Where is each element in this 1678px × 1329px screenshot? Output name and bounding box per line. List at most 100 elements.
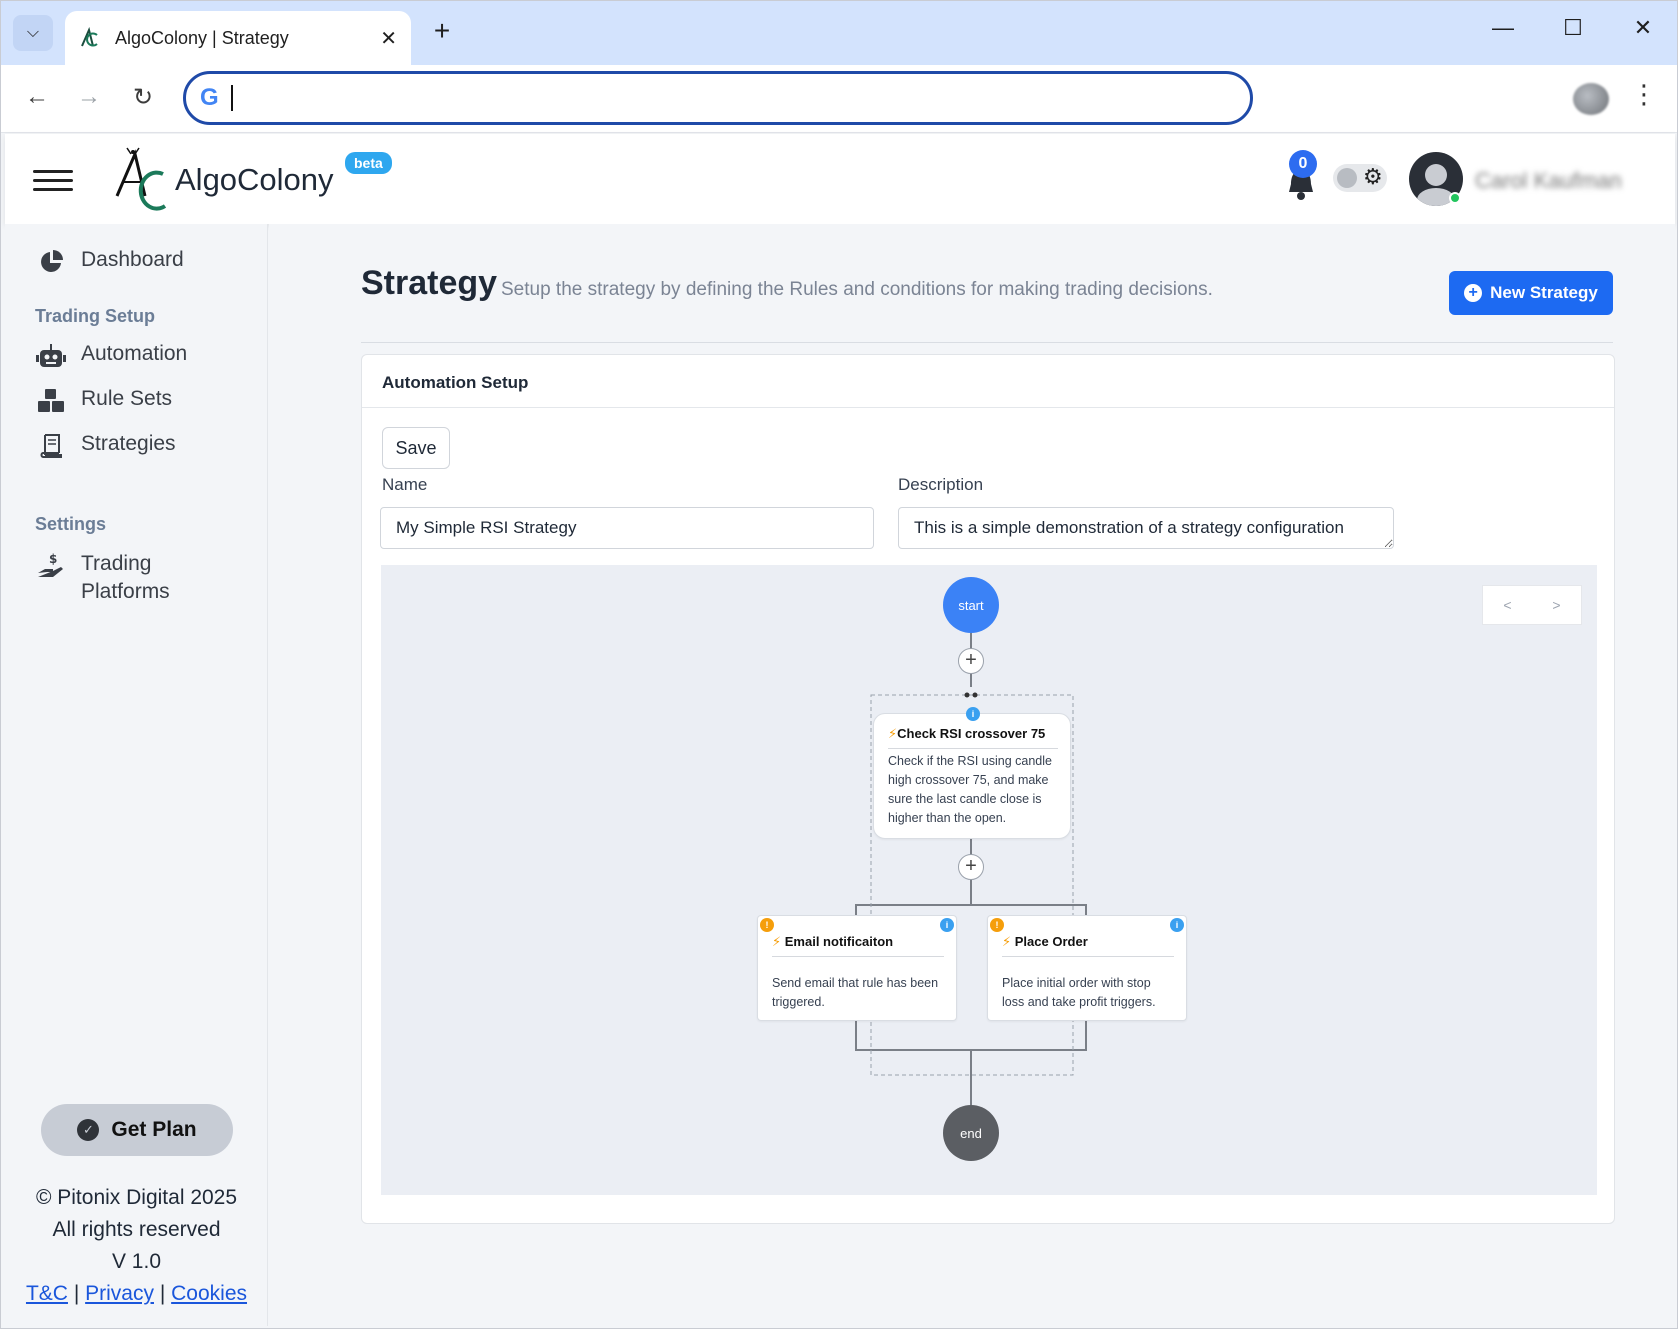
- tab-close-icon[interactable]: ✕: [380, 26, 397, 51]
- rights-text: All rights reserved: [52, 1218, 221, 1241]
- app-header: AlgoColony beta 0 ⚙ Carol Kaufman: [5, 134, 1675, 224]
- add-action-button[interactable]: +: [958, 854, 984, 880]
- svg-text:$: $: [49, 552, 57, 566]
- notification-count-badge: 0: [1289, 150, 1317, 178]
- info-icon[interactable]: i: [1170, 918, 1184, 932]
- sidebar-item-label: Dashboard: [81, 248, 184, 271]
- brand-name[interactable]: AlgoColony: [175, 162, 334, 198]
- window-close-icon[interactable]: ✕: [1623, 15, 1663, 41]
- toggle-knob: [1337, 168, 1357, 188]
- warning-icon[interactable]: !: [990, 918, 1004, 932]
- action-description: Place initial order with stop loss and t…: [1002, 976, 1156, 1009]
- legal-links: T&C | Privacy | Cookies: [5, 1278, 268, 1310]
- condition-title: ⚡Check RSI crossover 75: [888, 726, 1046, 741]
- name-label: Name: [382, 475, 428, 494]
- robot-icon: [35, 342, 67, 370]
- check-circle-icon: ✓: [77, 1119, 100, 1141]
- link-separator: |: [73, 1282, 80, 1305]
- tab-list-button[interactable]: ⌵: [13, 15, 53, 51]
- title-divider: [361, 342, 1613, 343]
- automation-setup-card: Automation Setup Save Name Description T…: [361, 354, 1615, 1224]
- link-separator: |: [159, 1282, 166, 1305]
- action-description: Send email that rule has been triggered.: [772, 976, 939, 1009]
- trading-setup-heading: Trading Setup: [35, 306, 156, 326]
- browser-menu-icon[interactable]: ⋮: [1631, 79, 1657, 110]
- start-node[interactable]: start: [943, 577, 999, 633]
- scroll-icon: [35, 432, 67, 460]
- browser-tab[interactable]: AlgoColony | Strategy ✕: [65, 11, 411, 65]
- lightning-icon: ⚡: [772, 934, 782, 949]
- maximize-icon[interactable]: ☐: [1553, 15, 1593, 41]
- condition-node[interactable]: i ⚡Check RSI crossover 75 Check if the R…: [873, 707, 1071, 839]
- cubes-icon: [35, 387, 67, 415]
- theme-toggle[interactable]: ⚙: [1333, 164, 1387, 192]
- browser-toolbar: ← → ↻ G ⋮: [1, 65, 1677, 133]
- description-label: Description: [898, 475, 984, 494]
- title-underline: [772, 956, 944, 957]
- end-node[interactable]: end: [943, 1105, 999, 1161]
- reload-icon[interactable]: ↻: [127, 83, 159, 112]
- hamburger-menu-icon[interactable]: [33, 170, 73, 191]
- address-bar[interactable]: G: [183, 71, 1253, 125]
- text-caret: [230, 85, 233, 111]
- sidebar: Dashboard Trading Setup Automation Rule …: [5, 224, 268, 1326]
- plus-circle-icon: +: [1464, 284, 1483, 302]
- tab-title: AlgoColony | Strategy: [115, 27, 289, 48]
- browser-profile-avatar[interactable]: [1573, 83, 1609, 115]
- version-text: V 1.0: [111, 1250, 162, 1273]
- lightning-icon: ⚡: [888, 726, 898, 741]
- add-step-button[interactable]: +: [958, 648, 984, 674]
- back-icon[interactable]: ←: [21, 83, 53, 111]
- title-underline: [1002, 956, 1174, 957]
- main-content: Strategy Setup the strategy by defining …: [269, 224, 1675, 1326]
- copyright-text: © Pitonix Digital 2025: [35, 1186, 238, 1209]
- online-status-dot: [1449, 192, 1461, 204]
- sidebar-item-label: Rule Sets: [81, 387, 173, 410]
- sidebar-item-label: Trading Platforms: [81, 552, 170, 603]
- minimize-icon[interactable]: —: [1483, 15, 1523, 41]
- cookies-link[interactable]: Cookies: [171, 1282, 247, 1305]
- flow-connectors: [855, 631, 1087, 1105]
- settings-heading: Settings: [35, 514, 107, 534]
- info-icon[interactable]: i: [966, 707, 980, 721]
- get-plan-button[interactable]: ✓ Get Plan: [41, 1104, 233, 1156]
- sidebar-item-trading-platforms[interactable]: $ Trading Platforms: [35, 550, 201, 606]
- sidebar-item-label: Automation: [81, 342, 188, 365]
- forward-icon[interactable]: →: [73, 83, 105, 111]
- warning-icon[interactable]: !: [760, 918, 774, 932]
- sidebar-item-dashboard[interactable]: Dashboard: [35, 248, 184, 276]
- condition-description: Check if the RSI using candle high cross…: [888, 754, 1052, 825]
- title-underline: [888, 748, 1058, 749]
- new-strategy-label: New Strategy: [1490, 283, 1598, 302]
- card-divider: [362, 407, 1614, 408]
- algocolony-logo-icon: [115, 147, 167, 211]
- privacy-link[interactable]: Privacy: [85, 1282, 154, 1305]
- sidebar-item-rule-sets[interactable]: Rule Sets: [35, 387, 172, 415]
- sidebar-item-strategies[interactable]: Strategies: [35, 432, 176, 460]
- info-icon[interactable]: i: [940, 918, 954, 932]
- chevron-down-icon: ⌵: [26, 24, 40, 41]
- card-title: Automation Setup: [382, 373, 529, 392]
- beta-badge: beta: [345, 152, 392, 174]
- action-node-place-order[interactable]: ! i ⚡ Place Order Place initial order wi…: [987, 915, 1187, 1021]
- action-title: ⚡ Email notificaiton: [772, 934, 894, 949]
- flow-canvas[interactable]: < > start + i ⚡Check RSI crossover 75 Ch…: [381, 565, 1597, 1195]
- algocolony-favicon-icon: [81, 27, 98, 47]
- save-button[interactable]: Save: [382, 427, 450, 469]
- user-name[interactable]: Carol Kaufman: [1475, 168, 1645, 192]
- hand-dollar-icon: $: [35, 552, 67, 580]
- sidebar-item-automation[interactable]: Automation: [35, 342, 187, 370]
- google-icon: G: [200, 84, 219, 111]
- get-plan-label: Get Plan: [111, 1118, 197, 1141]
- page-title: Strategy: [361, 264, 498, 302]
- description-input[interactable]: This is a simple demonstration of a stra…: [898, 507, 1394, 549]
- name-input[interactable]: [380, 507, 874, 549]
- new-tab-button[interactable]: +: [427, 15, 457, 47]
- new-strategy-button[interactable]: + New Strategy: [1449, 271, 1613, 315]
- action-node-email[interactable]: ! i ⚡ Email notificaiton Send email that…: [757, 915, 957, 1021]
- sidebar-footer: © Pitonix Digital 2025 All rights reserv…: [5, 1182, 268, 1310]
- gear-icon: ⚙: [1363, 164, 1383, 189]
- tab-bar: ⌵ AlgoColony | Strategy ✕ + — ☐ ✕: [1, 1, 1677, 65]
- tc-link[interactable]: T&C: [26, 1282, 68, 1305]
- pie-chart-icon: [35, 248, 67, 276]
